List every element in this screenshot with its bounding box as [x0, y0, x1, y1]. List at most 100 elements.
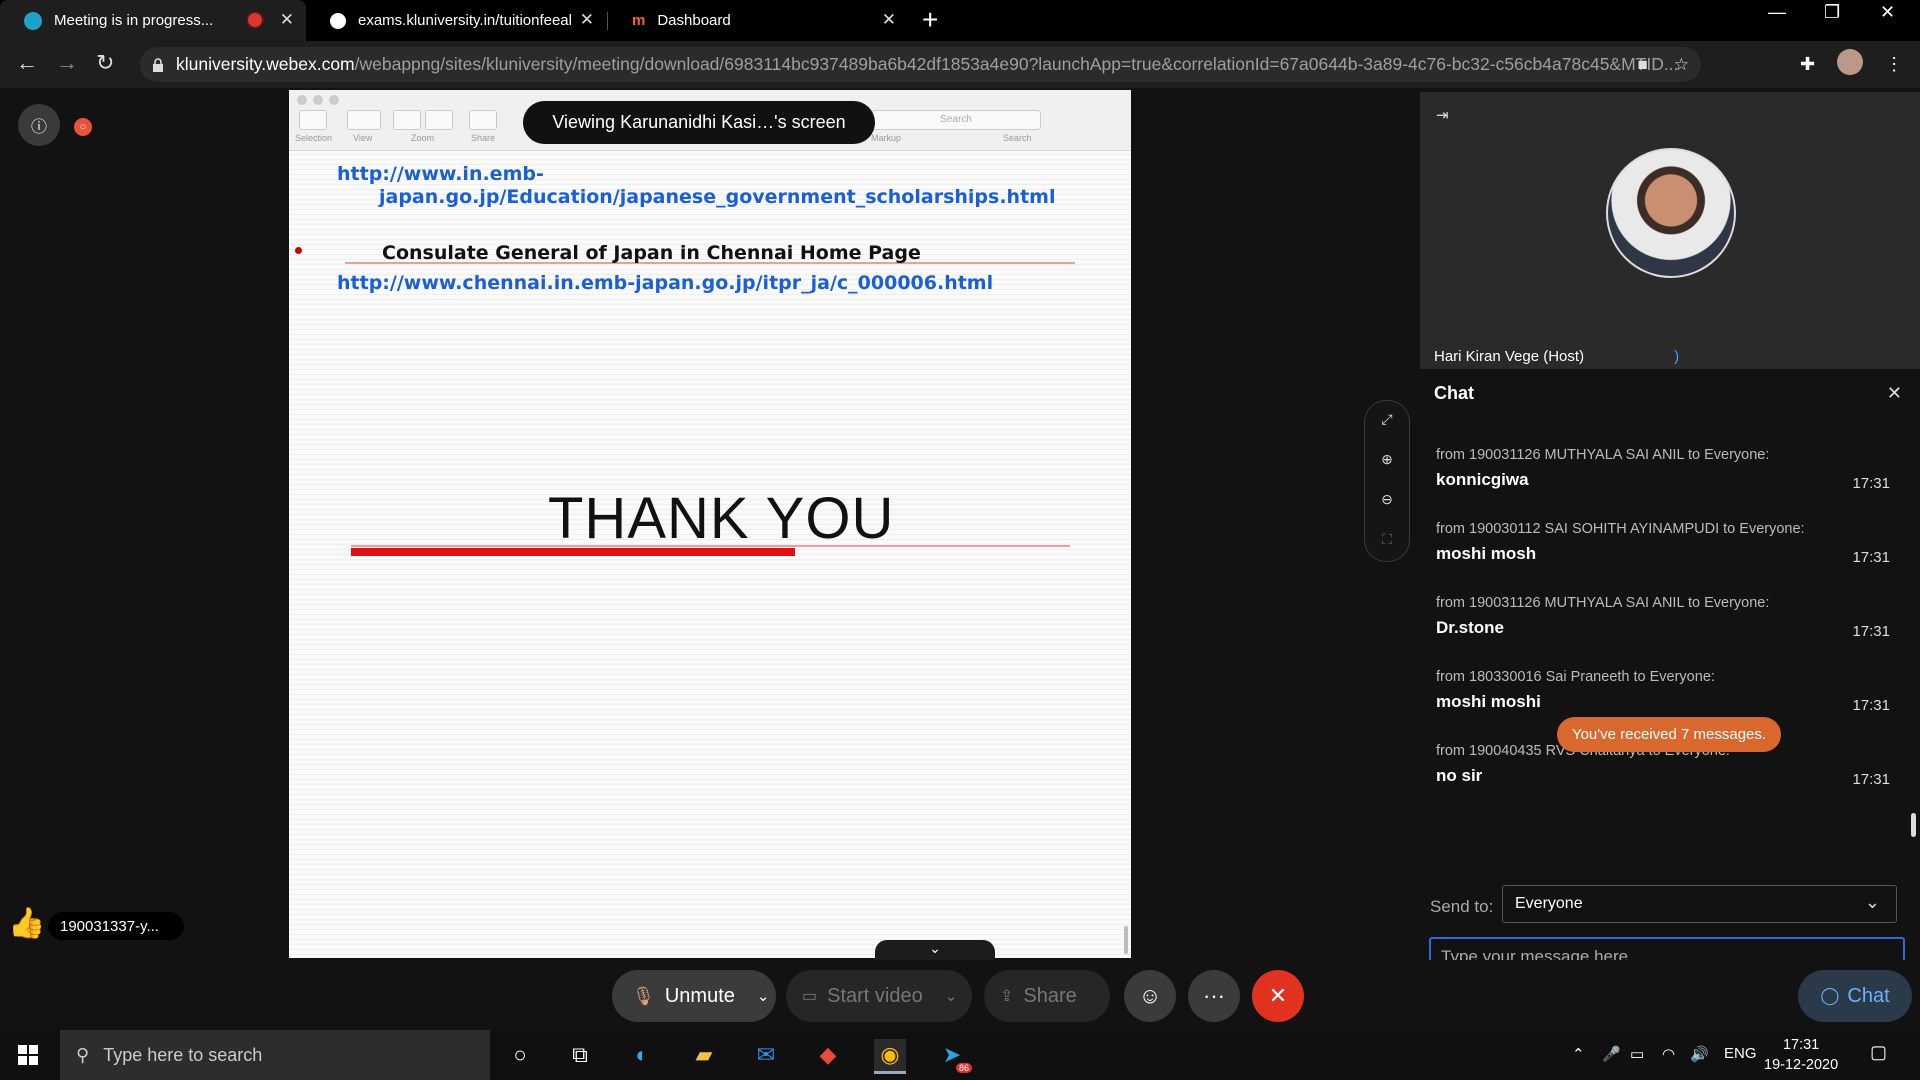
chat-message-sender: from 180330016 Sai Praneeth to Everyone: [1436, 669, 1715, 685]
host-name-label: Hari Kiran Vege (Host)) [1434, 348, 1680, 365]
chat-message: from 190031126 MUTHYALA SAI ANIL to Ever… [1436, 595, 1896, 640]
show-hidden-icons-icon[interactable]: ⌃ [1572, 1045, 1585, 1063]
toolbar-label: Zoom [411, 133, 435, 143]
viewer-search-field: Search [871, 110, 1041, 130]
expand-icon[interactable]: ⤢ [1365, 411, 1409, 428]
chat-message-time: 17:31 [1852, 475, 1890, 492]
slide-red-line [351, 545, 1070, 547]
fit-screen-icon[interactable]: ⛶ [1365, 531, 1409, 548]
minimize-icon[interactable]: — [1768, 2, 1786, 23]
zoom-in-tool-icon [425, 110, 453, 130]
chat-message-text: moshi mosh [1436, 544, 1537, 563]
url-field[interactable]: kluniversity.webex.com/webappng/sites/kl… [140, 47, 1701, 82]
toolbar-label: Share [471, 133, 496, 143]
close-tab-icon[interactable]: ✕ [882, 10, 896, 30]
more-options-icon[interactable]: ··· [1188, 970, 1240, 1022]
send-to-value: Everyone [1515, 895, 1583, 912]
clock-time: 17:31 [1782, 1037, 1820, 1053]
start-video-button[interactable]: ▭ Start video ⌄ [786, 970, 972, 1022]
chevron-down-icon[interactable]: ⌄ [945, 987, 958, 1005]
camera-blocked-icon[interactable]: ■ [1637, 55, 1647, 75]
taskbar-search-placeholder: Type here to search [103, 1044, 263, 1065]
chat-message: from 180330016 Sai Praneeth to Everyone:… [1436, 669, 1896, 714]
chat-message-sender: from 190031126 MUTHYALA SAI ANIL to Ever… [1436, 447, 1770, 463]
tab-exams[interactable]: exams.kluniversity.in/tuitionfeeal ✕ [306, 0, 606, 41]
close-tab-icon[interactable]: ✕ [580, 10, 594, 30]
volume-icon[interactable]: 🔊 [1690, 1045, 1709, 1063]
tab-title: Meeting is in progress... [54, 12, 214, 29]
close-tab-icon[interactable]: ✕ [280, 10, 294, 30]
collapse-panel-icon[interactable]: ⇥ [1436, 106, 1449, 124]
chat-scrollbar[interactable] [1911, 813, 1916, 837]
zoom-out-icon[interactable]: ⊖ [1365, 491, 1409, 508]
file-explorer-icon[interactable]: ▰ [688, 1039, 720, 1071]
close-chat-icon[interactable]: ✕ [1887, 383, 1902, 404]
language-indicator[interactable]: ENG [1724, 1045, 1757, 1062]
address-bar: ← → ↻ kluniversity.webex.com/webappng/si… [0, 41, 1920, 88]
view-tool-icon [347, 110, 381, 130]
chat-toggle-button[interactable]: ◯ Chat [1798, 970, 1912, 1022]
notifications-icon[interactable]: ▢ [1870, 1042, 1887, 1063]
anydesk-icon[interactable]: ◆ [812, 1039, 844, 1071]
zoom-out-tool-icon [393, 110, 421, 130]
leave-meeting-icon[interactable]: ✕ [1252, 970, 1304, 1022]
share-button[interactable]: ⇪ Share [984, 970, 1110, 1022]
reaction-participant-name: 190031337-y... [48, 912, 184, 940]
zoom-in-icon[interactable]: ⊕ [1365, 451, 1409, 468]
chat-message: from 190031126 MUTHYALA SAI ANIL to Ever… [1436, 447, 1896, 492]
profile-avatar[interactable] [1837, 49, 1864, 75]
taskbar-clock[interactable]: 17:31 19-12-2020 [1764, 1035, 1838, 1075]
extensions-puzzle-icon[interactable]: ✚ [1800, 54, 1815, 75]
tab-meeting[interactable]: Meeting is in progress... ✕ [0, 0, 306, 41]
mail-icon[interactable]: ✉ [750, 1039, 782, 1071]
edge-icon[interactable]: ◐ [626, 1039, 658, 1071]
thumbs-up-icon: 👍 [8, 907, 46, 940]
chat-message-text: no sir [1436, 766, 1483, 785]
meeting-controls: 🎙 Unmute ⌄ ▭ Start video ⌄ ⇪ Share ☺ ···… [0, 960, 1920, 1030]
reload-icon[interactable]: ↻ [96, 50, 114, 76]
window-dot-icon [297, 95, 307, 105]
share-icon: ⇪ [1000, 988, 1014, 1005]
viewing-screen-banner: Viewing Karunanidhi Kasi…'s screen [523, 101, 875, 144]
tab-dashboard[interactable]: m Dashboard ✕ [608, 0, 908, 41]
forward-icon[interactable]: → [56, 50, 78, 76]
send-to-label: Send to: [1430, 897, 1494, 916]
windows-start-icon[interactable] [18, 1045, 38, 1065]
mic-muted-icon: 🎙 [632, 985, 655, 1006]
moodle-favicon-icon: m [632, 12, 646, 29]
wifi-icon[interactable]: ◠ [1662, 1045, 1675, 1063]
url-text: kluniversity.webex.com/webappng/sites/kl… [176, 54, 1679, 74]
slide-link-2: http://www.chennai.in.emb-japan.go.jp/it… [337, 272, 994, 294]
chat-message-sender: from 190030112 SAI SOHITH AYINAMPUDI to … [1436, 521, 1805, 537]
unmute-button[interactable]: 🎙 Unmute ⌄ [612, 970, 776, 1022]
chat-message-text: Dr.stone [1436, 618, 1505, 637]
toolbar-label: Markup [871, 133, 902, 143]
bookmark-star-icon[interactable]: ☆ [1674, 55, 1689, 75]
back-icon[interactable]: ← [16, 50, 38, 76]
telegram-icon[interactable]: ➤ 86 [936, 1039, 972, 1073]
new-messages-button[interactable]: You've received 7 messages. [1557, 717, 1781, 752]
send-to-select[interactable]: Everyone ⌄ [1502, 885, 1897, 923]
meeting-stage: ⓘ ○ Search Selection View Zoom Share Mar… [0, 88, 1920, 1038]
battery-icon[interactable]: ▭ [1630, 1045, 1644, 1063]
meeting-info-icon[interactable]: ⓘ [18, 104, 60, 146]
window-dot-icon [329, 95, 339, 105]
tab-title: exams.kluniversity.in/tuitionfeeal [358, 12, 572, 29]
reactions-icon[interactable]: ☺ [1124, 970, 1176, 1022]
restore-icon[interactable]: ❐ [1824, 2, 1840, 23]
new-tab-icon[interactable]: + [922, 4, 938, 36]
task-view-icon[interactable]: ⧉ [564, 1039, 596, 1071]
shared-scrollbar [1124, 926, 1128, 954]
collapse-chevron-icon[interactable]: ⌄ [875, 940, 995, 962]
browser-menu-icon[interactable]: ⋮ [1885, 54, 1903, 75]
chevron-down-icon[interactable]: ⌄ [757, 987, 770, 1005]
close-window-icon[interactable]: ✕ [1880, 2, 1895, 23]
chevron-down-icon: ⌄ [1864, 892, 1880, 912]
chat-panel: Chat ✕ from 190031126 MUTHYALA SAI ANIL … [1420, 373, 1920, 1038]
recording-status-icon[interactable]: ○ [74, 118, 92, 136]
chat-message-sender: from 190031126 MUTHYALA SAI ANIL to Ever… [1436, 595, 1770, 611]
chat-message-time: 17:31 [1852, 549, 1890, 566]
cortana-icon[interactable]: ○ [504, 1039, 536, 1071]
taskbar-search-field[interactable]: ⚲ Type here to search [60, 1030, 490, 1080]
chrome-icon[interactable]: ◉ [874, 1039, 906, 1074]
